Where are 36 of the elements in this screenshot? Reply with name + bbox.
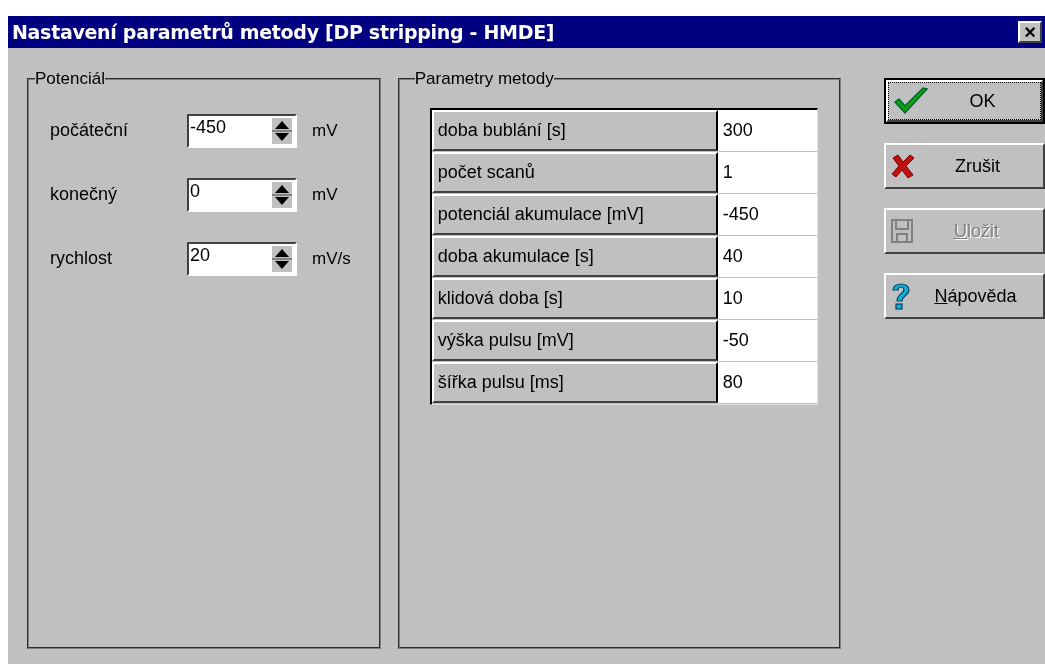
spin-field[interactable]: 20 — [187, 241, 297, 276]
parameter-value-cell[interactable]: -50 — [717, 319, 817, 361]
dialog-button[interactable]: Nápověda — [884, 273, 1045, 319]
unit-label: mV/s — [312, 247, 351, 270]
dialog-button[interactable]: Zrušit — [884, 143, 1045, 189]
parameter-value-cell[interactable]: 40 — [717, 235, 817, 277]
spin-field[interactable]: -450 — [187, 113, 297, 148]
parameter-name-cell: doba bublání [s] — [431, 109, 718, 151]
spin-arrows-icon[interactable] — [272, 117, 292, 144]
field-label: konečný — [50, 183, 119, 206]
question-mark-icon — [890, 281, 912, 311]
parameter-value-cell[interactable]: 300 — [717, 109, 817, 151]
parameter-name-cell: počet scanů — [431, 151, 718, 193]
parameter-name-cell: doba akumulace [s] — [431, 235, 718, 277]
parameter-name-cell: výška pulsu [mV] — [431, 319, 718, 361]
unit-label: mV — [312, 119, 338, 142]
unit-label: mV — [312, 183, 338, 206]
parameter-name-cell: klidová doba [s] — [431, 277, 718, 319]
parameter-name-cell: šířka pulsu [ms] — [431, 361, 718, 403]
parameter-name-cell: potenciál akumulace [mV] — [431, 193, 718, 235]
parameter-value-cell[interactable]: 1 — [717, 151, 817, 193]
close-button[interactable]: × — [1018, 21, 1042, 43]
window-title: Nastavení parametrů metody [DP stripping - HMDE] — [12, 19, 555, 45]
parameter-value-cell[interactable]: 80 — [717, 361, 817, 403]
parameter-value-cell[interactable]: 10 — [717, 277, 817, 319]
field-label: rychlost — [50, 247, 113, 270]
spin-arrows-icon[interactable] — [272, 245, 292, 272]
dialog-button[interactable]: OK — [884, 78, 1045, 124]
group-title: Parametry metody — [414, 68, 554, 90]
field-label: počáteční — [50, 119, 130, 142]
cross-icon — [890, 153, 916, 179]
spin-arrows-icon[interactable] — [272, 181, 292, 208]
group-title: Potenciál — [35, 68, 105, 90]
parameter-value-cell[interactable]: -450 — [717, 193, 817, 235]
checkmark-icon — [893, 86, 929, 116]
spin-field[interactable]: 0 — [187, 177, 297, 212]
